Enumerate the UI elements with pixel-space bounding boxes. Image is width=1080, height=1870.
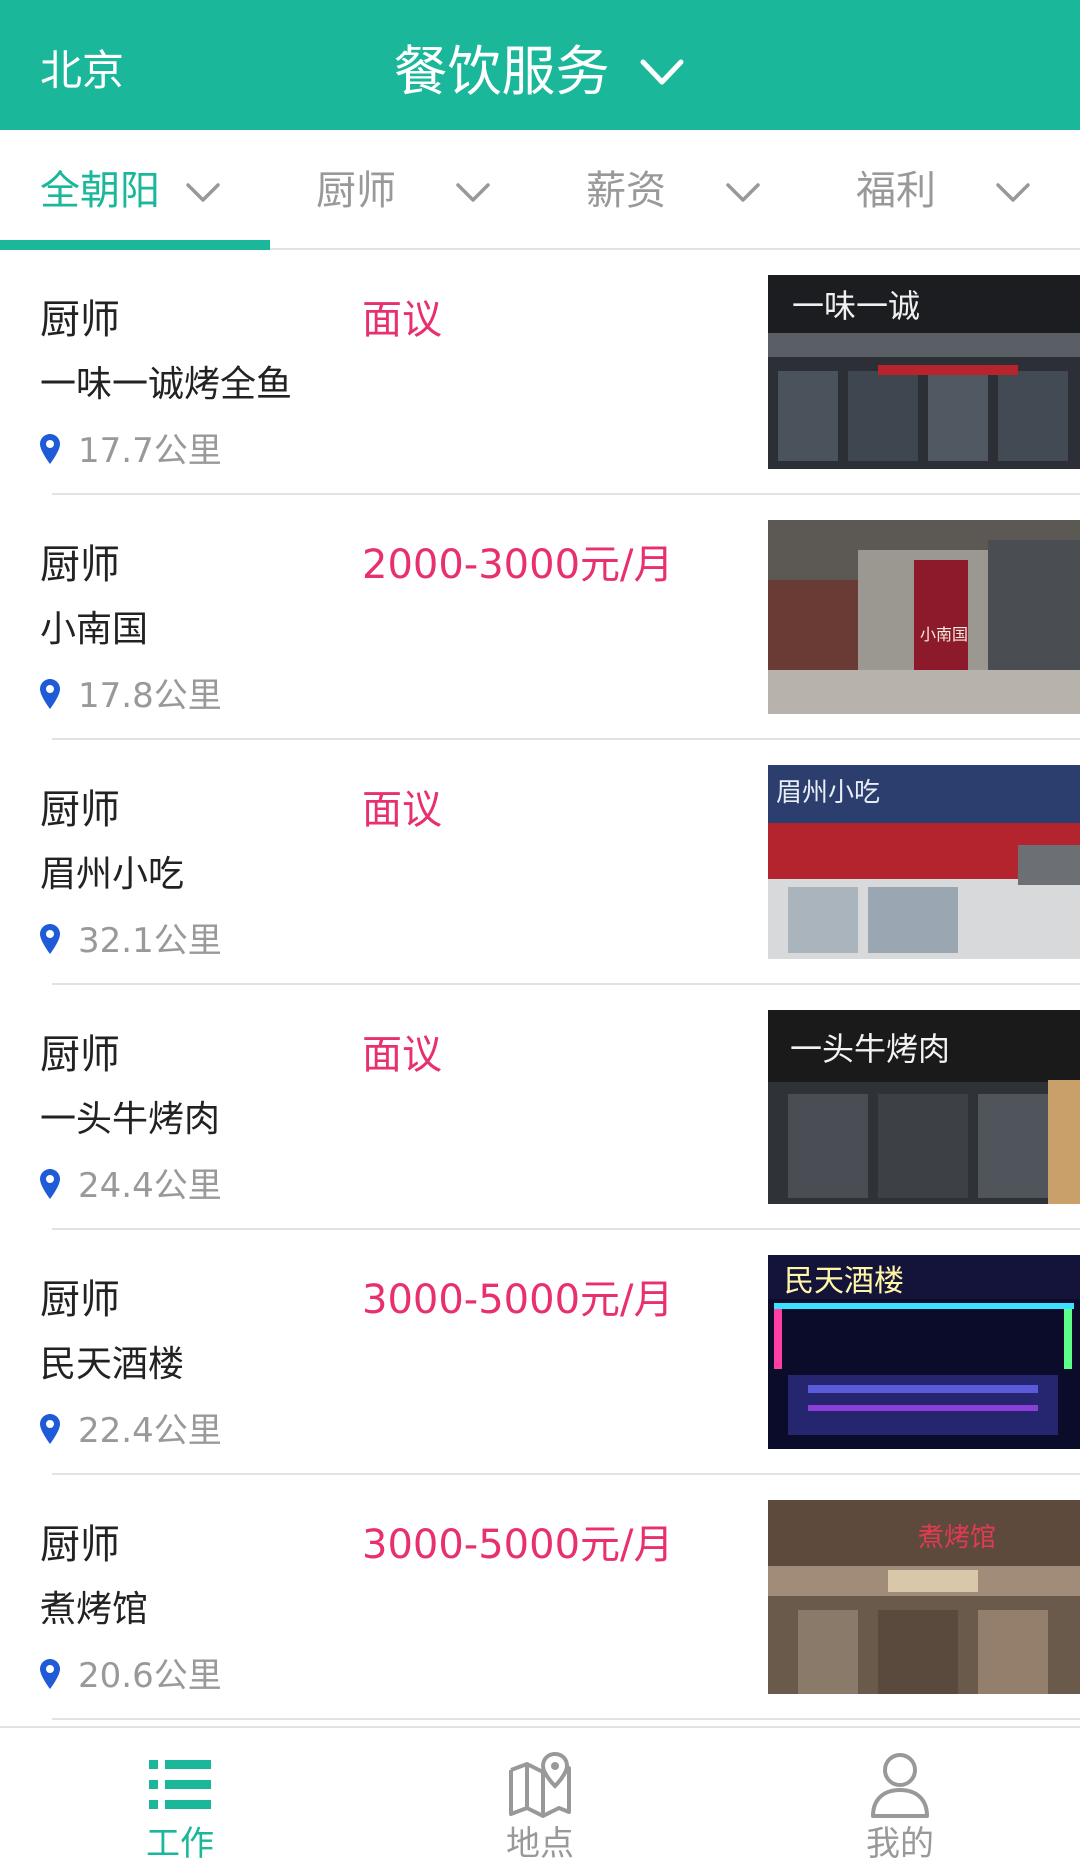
job-title: 厨师 [40, 1522, 120, 1568]
category-selector[interactable]: 餐饮服务 [0, 36, 1080, 108]
job-list: 厨师 面议 一味一诚烤全鱼 17.7公里 一味一诚 厨师 2000-3000元/… [0, 250, 1080, 1720]
job-list-item[interactable]: 厨师 面议 一头牛烤肉 24.4公里 一头牛烤肉 [0, 985, 1080, 1230]
job-list-item[interactable]: 厨师 面议 一味一诚烤全鱼 17.7公里 一味一诚 [0, 250, 1080, 495]
job-title: 厨师 [40, 1032, 120, 1078]
app-header: 北京 餐饮服务 [0, 0, 1080, 130]
location-pin-icon [40, 924, 60, 954]
job-salary: 面议 [362, 297, 442, 343]
chevron-down-icon [726, 183, 760, 202]
shop-sign-text: 眉州小吃 [776, 778, 880, 808]
nav-tab-profile-label: 我的 [866, 1824, 934, 1864]
shop-photo[interactable]: 眉州小吃 [768, 765, 1080, 959]
distance-text: 22.4公里 [78, 1411, 222, 1451]
shop-sign-text: 一头牛烤肉 [790, 1030, 950, 1068]
filter-bar: 全朝阳 厨师 薪资 福利 [0, 130, 1080, 250]
page-title: 餐饮服务 [393, 40, 610, 103]
user-icon [871, 1753, 929, 1818]
location-pin-icon [40, 1169, 60, 1199]
divider [52, 1718, 1080, 1720]
distance-text: 17.8公里 [78, 676, 222, 716]
filter-area[interactable]: 全朝阳 [0, 130, 270, 250]
job-salary: 2000-3000元/月 [362, 542, 674, 588]
filter-benefits[interactable]: 福利 [810, 130, 1080, 248]
location-pin-icon [40, 1659, 60, 1689]
filter-salary[interactable]: 薪资 [540, 130, 810, 248]
nav-tab-jobs-label: 工作 [146, 1824, 214, 1864]
shop-name: 一头牛烤肉 [40, 1099, 221, 1140]
filter-position[interactable]: 厨师 [270, 130, 540, 248]
shop-name: 眉州小吃 [40, 854, 185, 895]
shop-photo[interactable]: 一味一诚 [768, 275, 1080, 469]
job-title: 厨师 [40, 1277, 120, 1323]
filter-position-label: 厨师 [316, 168, 396, 214]
shop-sign-text: 煮烤馆 [918, 1523, 996, 1553]
job-list-item[interactable]: 厨师 2000-3000元/月 小南国 17.8公里 小南国 [0, 495, 1080, 740]
job-title: 厨师 [40, 787, 120, 833]
job-salary: 面议 [362, 787, 442, 833]
chevron-down-icon [640, 59, 684, 85]
filter-area-label: 全朝阳 [40, 168, 160, 214]
shop-name: 一味一诚烤全鱼 [40, 364, 293, 405]
location-pin-icon [40, 434, 60, 464]
job-salary: 3000-5000元/月 [362, 1522, 674, 1568]
job-title: 厨师 [40, 542, 120, 588]
chevron-down-icon [996, 183, 1030, 202]
filter-salary-label: 薪资 [586, 168, 666, 214]
job-salary: 3000-5000元/月 [362, 1277, 674, 1323]
job-list-item[interactable]: 厨师 面议 眉州小吃 32.1公里 眉州小吃 [0, 740, 1080, 985]
job-list-item[interactable]: 厨师 3000-5000元/月 煮烤馆 20.6公里 煮烤馆 [0, 1475, 1080, 1720]
shop-sign-text: 民天酒楼 [784, 1264, 904, 1299]
shop-photo[interactable]: 小南国 [768, 520, 1080, 714]
active-tab-indicator [0, 240, 270, 250]
nav-tab-places[interactable]: 地点 [360, 1728, 720, 1870]
map-pin-icon [509, 1751, 571, 1818]
chevron-down-icon [186, 183, 220, 202]
job-title: 厨师 [40, 297, 120, 343]
nav-tab-profile[interactable]: 我的 [720, 1728, 1080, 1870]
shop-sign-text: 小南国 [920, 625, 968, 644]
shop-name: 民天酒楼 [40, 1344, 185, 1385]
shop-name: 小南国 [40, 609, 149, 650]
location-pin-icon [40, 1414, 60, 1444]
nav-tab-places-label: 地点 [506, 1824, 574, 1864]
filter-benefits-label: 福利 [856, 168, 936, 214]
location-pin-icon [40, 679, 60, 709]
shop-photo[interactable]: 煮烤馆 [768, 1500, 1080, 1694]
shop-photo[interactable]: 民天酒楼 [768, 1255, 1080, 1449]
distance-text: 24.4公里 [78, 1166, 222, 1206]
job-list-item[interactable]: 厨师 3000-5000元/月 民天酒楼 22.4公里 民天酒楼 [0, 1230, 1080, 1475]
distance-text: 17.7公里 [78, 431, 222, 471]
shop-photo[interactable]: 一头牛烤肉 [768, 1010, 1080, 1204]
shop-sign-text: 一味一诚 [792, 287, 920, 325]
chevron-down-icon [456, 183, 490, 202]
nav-tab-jobs[interactable]: 工作 [0, 1728, 360, 1870]
job-salary: 面议 [362, 1032, 442, 1078]
shop-name: 煮烤馆 [40, 1589, 149, 1630]
distance-text: 32.1公里 [78, 921, 222, 961]
list-icon [149, 1760, 211, 1809]
distance-text: 20.6公里 [78, 1656, 222, 1696]
bottom-nav: 工作 地点 我的 [0, 1726, 1080, 1870]
